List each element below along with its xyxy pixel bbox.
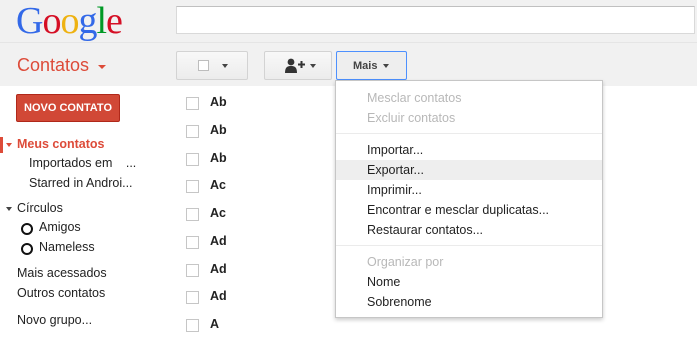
chevron-down-icon <box>310 64 316 68</box>
menu-divider <box>336 133 602 134</box>
row-checkbox[interactable] <box>186 97 199 110</box>
contact-name[interactable]: Ab <box>210 95 227 109</box>
row-checkbox[interactable] <box>186 153 199 166</box>
menu-item-sort-surname[interactable]: Sobrenome <box>336 292 602 312</box>
menu-item-export[interactable]: Exportar... <box>336 160 602 180</box>
sidebar-item-most-contacted[interactable]: Mais acessados <box>17 266 107 280</box>
sidebar-item-starred[interactable]: Starred in Androi... <box>29 176 133 190</box>
app-title[interactable]: Contatos <box>17 55 89 76</box>
more-actions-menu: Mesclar contatos Excluir contatos Import… <box>335 80 603 318</box>
menu-item-sort-name[interactable]: Nome <box>336 272 602 292</box>
menu-heading-sort-by: Organizar por <box>367 255 444 269</box>
search-input[interactable] <box>176 6 695 34</box>
chevron-down-icon[interactable] <box>6 143 12 147</box>
sidebar-item-circles[interactable]: Círculos <box>17 201 63 215</box>
sidebar-item-imported[interactable]: Importados em ... <box>29 156 136 170</box>
row-checkbox[interactable] <box>186 236 199 249</box>
menu-item-restore-contacts[interactable]: Restaurar contatos... <box>336 220 602 240</box>
menu-item-merge-contacts: Mesclar contatos <box>367 91 462 105</box>
chevron-down-icon <box>383 64 389 68</box>
contact-name[interactable]: A <box>210 317 219 331</box>
menu-item-import[interactable]: Importar... <box>336 140 602 160</box>
menu-item-delete-contacts: Excluir contatos <box>367 111 456 125</box>
sidebar-item-friends[interactable]: Amigos <box>39 220 81 234</box>
logo-letter-2: o <box>42 0 61 42</box>
menu-item-print[interactable]: Imprimir... <box>336 180 602 200</box>
contact-name[interactable]: Ad <box>210 289 227 303</box>
new-contact-button[interactable]: NOVO CONTATO <box>16 94 120 122</box>
row-checkbox[interactable] <box>186 291 199 304</box>
sidebar-item-label: Importados em <box>29 156 113 170</box>
sidebar-item-my-contacts[interactable]: Meus contatos <box>17 137 105 151</box>
contact-name[interactable]: Ab <box>210 151 227 165</box>
contact-name[interactable]: Ab <box>210 123 227 137</box>
row-checkbox[interactable] <box>186 319 199 332</box>
row-checkbox[interactable] <box>186 264 199 277</box>
contact-name[interactable]: Ad <box>210 262 227 276</box>
more-button[interactable]: Mais <box>336 51 407 80</box>
row-checkbox[interactable] <box>186 208 199 221</box>
row-checkbox[interactable] <box>186 180 199 193</box>
chevron-down-icon[interactable] <box>6 207 12 211</box>
contact-name[interactable]: Ac <box>210 178 226 192</box>
sidebar-item-other-contacts[interactable]: Outros contatos <box>17 286 105 300</box>
logo-letter-5: l <box>96 0 107 42</box>
logo-letter-4: g <box>78 0 97 42</box>
logo-letter-3: o <box>60 0 79 42</box>
logo-letter-1: G <box>16 0 43 42</box>
more-label: Mais <box>353 60 378 72</box>
sidebar-item-nameless[interactable]: Nameless <box>39 240 95 254</box>
add-to-circles-button[interactable] <box>264 51 332 80</box>
circle-icon <box>21 223 33 235</box>
logo-letter-6: e <box>106 0 123 42</box>
menu-item-find-duplicates[interactable]: Encontrar e mesclar duplicatas... <box>336 200 602 220</box>
add-person-icon <box>285 58 305 73</box>
new-group-link[interactable]: Novo grupo... <box>17 313 92 327</box>
menu-divider <box>336 245 602 246</box>
top-bar: Google <box>0 0 697 43</box>
select-all-button[interactable] <box>176 51 248 80</box>
circle-icon <box>21 243 33 255</box>
checkbox-icon <box>198 60 209 71</box>
sidebar-item-suffix: ... <box>125 156 137 170</box>
chevron-down-icon <box>222 64 228 68</box>
contact-name[interactable]: Ac <box>210 206 226 220</box>
google-logo[interactable]: Google <box>16 0 123 42</box>
contact-name[interactable]: Ad <box>210 234 227 248</box>
selected-indicator <box>0 137 3 153</box>
chevron-down-icon[interactable] <box>98 65 106 69</box>
row-checkbox[interactable] <box>186 125 199 138</box>
